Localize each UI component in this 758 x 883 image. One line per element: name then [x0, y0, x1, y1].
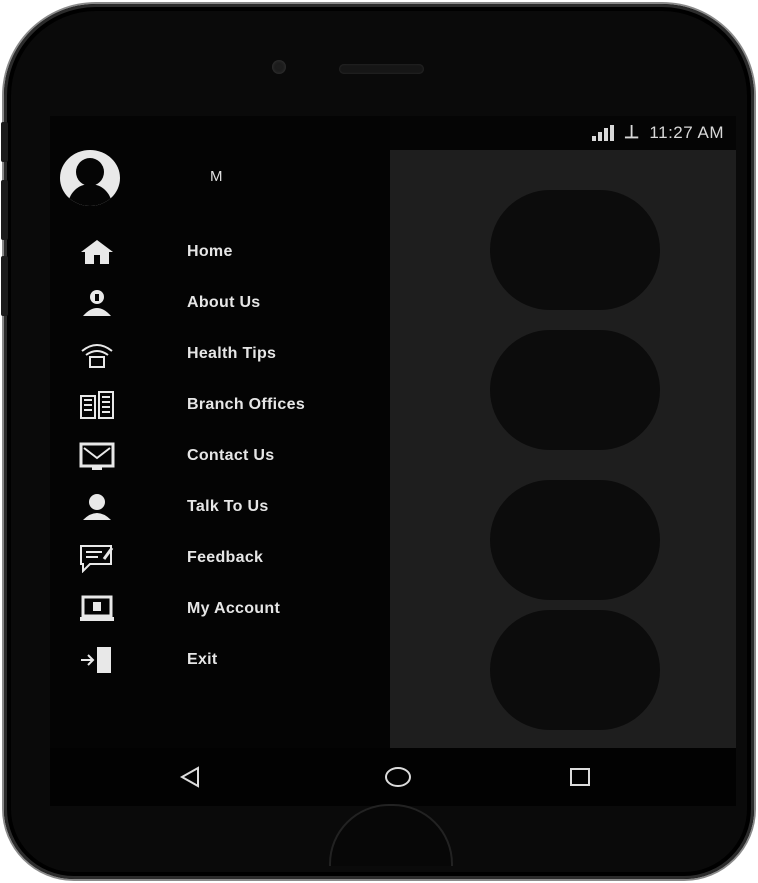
background-circle-button [490, 190, 660, 310]
menu-item-feedback[interactable]: Feedback [50, 532, 390, 583]
menu-item-exit[interactable]: Exit [50, 634, 390, 685]
branch-offices-icon [77, 390, 117, 420]
signal-icon [591, 124, 614, 141]
feedback-icon [77, 543, 117, 573]
exit-icon [77, 645, 117, 675]
talk-icon [77, 492, 117, 522]
navigation-drawer: M Home About Us Health Tips Branch Offic… [50, 116, 390, 748]
navigation-bar [50, 748, 736, 806]
menu-item-talk-to-us[interactable]: Talk To Us [50, 481, 390, 532]
drawer-header: M [50, 146, 390, 206]
volume-down-button [1, 180, 8, 240]
menu-item-about-us[interactable]: About Us [50, 277, 390, 328]
physical-home-button[interactable] [329, 804, 453, 866]
power-button [1, 256, 8, 316]
background-circle-button [490, 610, 660, 730]
user-name: M [210, 168, 223, 185]
menu-item-branch-offices[interactable]: Branch Offices [50, 379, 390, 430]
recents-icon[interactable] [565, 762, 595, 792]
volume-up-button [1, 122, 8, 162]
front-camera [272, 60, 286, 74]
background-app-content [390, 150, 736, 750]
drawer-menu: Home About Us Health Tips Branch Offices… [50, 226, 390, 685]
background-circle-button [490, 330, 660, 450]
menu-item-health-tips[interactable]: Health Tips [50, 328, 390, 379]
menu-item-home[interactable]: Home [50, 226, 390, 277]
earpiece-speaker [339, 64, 424, 74]
status-time: 11:27 AM [649, 122, 724, 142]
about-icon [77, 288, 117, 318]
home-icon [77, 237, 117, 267]
contact-icon [77, 441, 117, 471]
menu-item-contact-us[interactable]: Contact Us [50, 430, 390, 481]
back-icon[interactable] [175, 762, 205, 792]
account-icon [77, 594, 117, 624]
health-tips-icon [77, 339, 117, 369]
phone-frame: ⊥ 11:27 AM M Home About Us Health Tips B… [1, 4, 754, 879]
usb-icon: ⊥ [623, 122, 640, 142]
background-circle-button [490, 480, 660, 600]
menu-item-my-account[interactable]: My Account [50, 583, 390, 634]
screen: ⊥ 11:27 AM M Home About Us Health Tips B… [50, 116, 736, 806]
avatar[interactable] [60, 150, 120, 206]
home-circle-icon[interactable] [383, 762, 413, 792]
